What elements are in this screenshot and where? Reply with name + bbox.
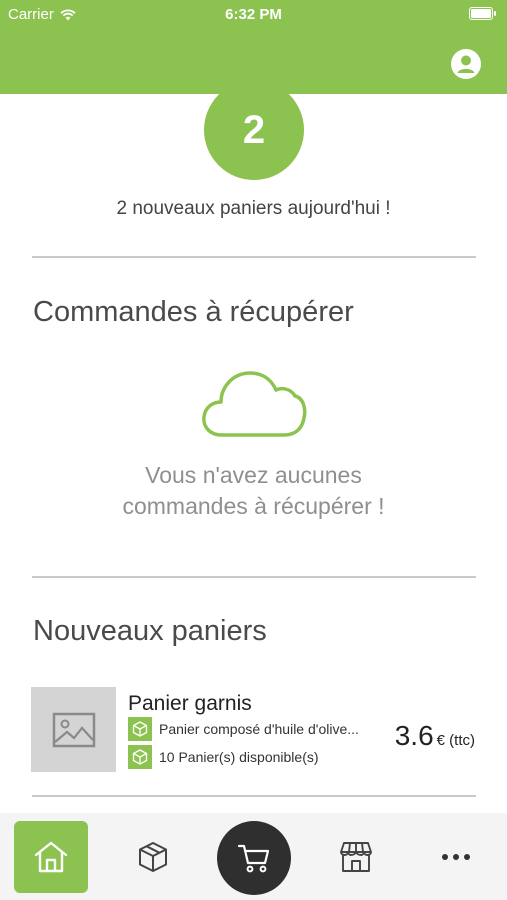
new-baskets-count-badge: 2 [204,80,304,180]
profile-button[interactable] [451,49,481,79]
image-placeholder-icon [52,712,95,747]
home-icon [34,841,68,873]
basket-price-amount: 3.6 [394,720,434,751]
more-icon [442,854,470,860]
tab-cart[interactable] [217,821,291,895]
box-icon [139,842,167,872]
new-baskets-caption: 2 nouveaux paniers aujourd'hui ! [116,198,391,219]
profile-icon [451,49,481,79]
basket-price: 3.6 € (ttc) [395,720,475,752]
tab-more[interactable] [430,833,482,881]
tab-products[interactable] [127,833,179,881]
basket-availability-row: 10 Panier(s) disponible(s) [128,745,319,769]
basket-thumbnail [31,687,116,772]
box-icon [128,717,152,741]
basket-list-item[interactable]: Panier garnis Panier composé d'huile d'o… [31,687,477,773]
cloud-icon [202,371,307,437]
basket-availability: 10 Panier(s) disponible(s) [159,749,319,765]
shop-icon [340,842,372,872]
basket-price-unit: € (ttc) [436,732,475,749]
battery-icon [469,7,496,20]
basket-description-row: Panier composé d'huile d'olive... [128,717,374,741]
cart-icon [237,844,270,873]
status-bar: Carrier 6:32 PM [0,0,507,28]
clock: 6:32 PM [225,6,282,23]
orders-section-title: Commandes à récupérer [33,296,354,328]
divider [32,576,476,578]
new-baskets-section-title: Nouveaux paniers [33,615,267,647]
new-baskets-count: 2 [242,107,266,152]
tab-bar [0,813,507,900]
divider [32,256,476,258]
basket-name: Panier garnis [128,692,252,715]
tab-home[interactable] [14,821,88,893]
divider [32,795,476,797]
basket-description: Panier composé d'huile d'olive... [159,721,359,737]
orders-empty-message: Vous n'avez aucunes commandes à récupére… [122,462,385,519]
tab-shops[interactable] [330,833,382,881]
app-header [0,28,507,94]
box-icon [128,745,152,769]
